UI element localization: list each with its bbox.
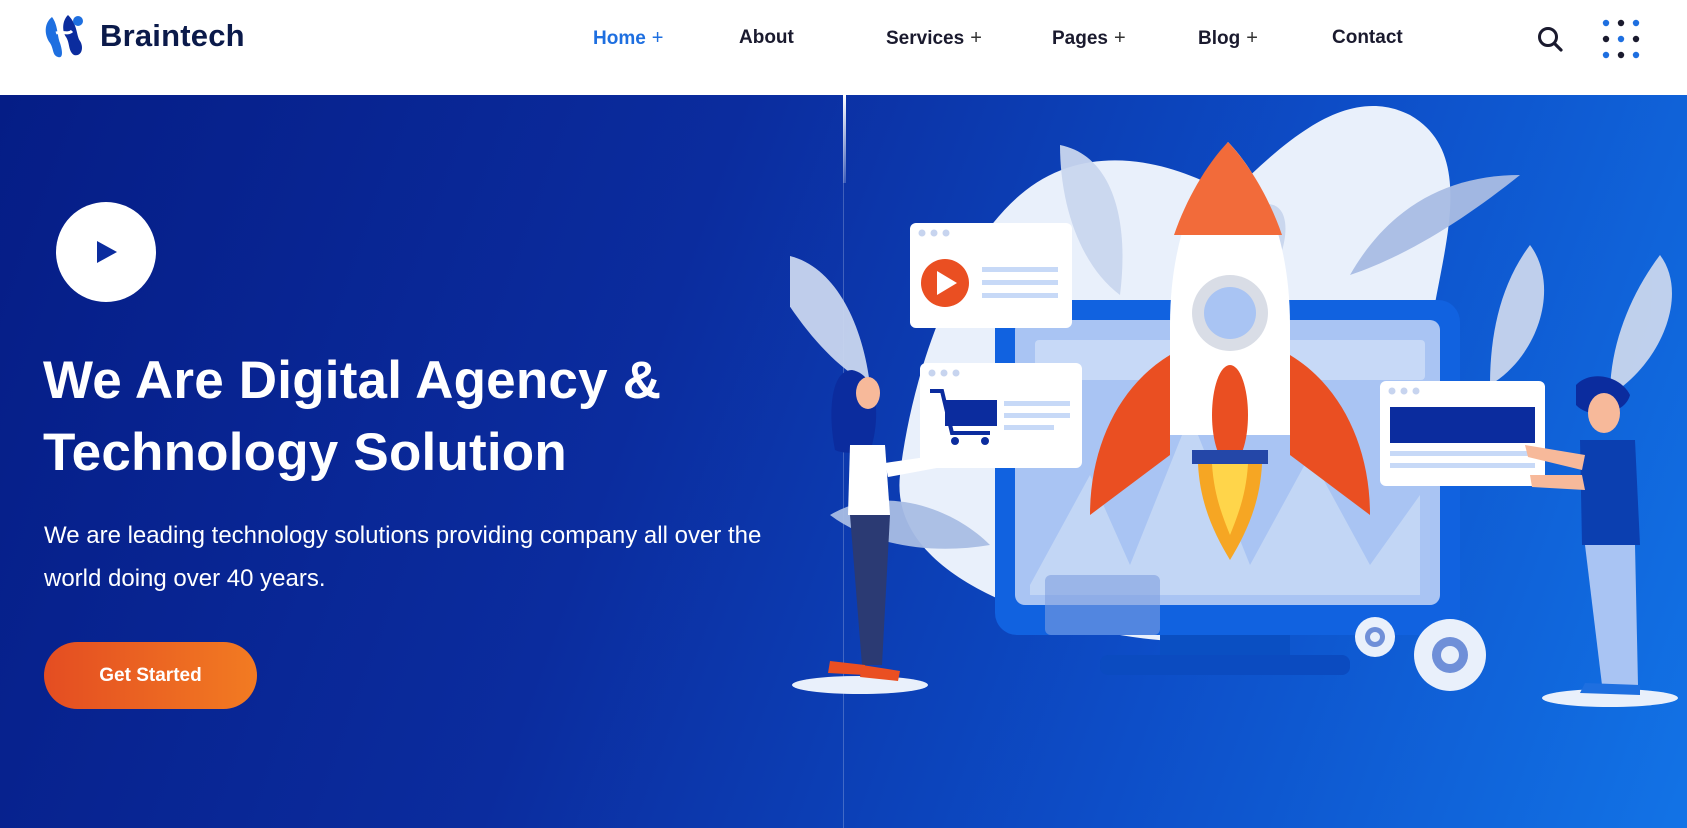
submenu-plus-icon: + (1113, 27, 1126, 49)
nav-item-label: Blog (1198, 27, 1241, 49)
submenu-plus-icon: + (970, 27, 982, 49)
search-icon[interactable] (1536, 25, 1564, 53)
nav-item-label: Contact (1332, 27, 1403, 48)
nav-item-label: Services (886, 27, 965, 49)
hero-title-line1: We Are Digital Agency & (43, 351, 662, 410)
grid-dots-icon[interactable] (1600, 18, 1642, 60)
nav-item-label: About (739, 27, 794, 48)
hero-illustration (790, 106, 1678, 707)
web-card-illustration (1380, 381, 1545, 486)
hero-description: We are leading technology solutions prov… (44, 514, 824, 600)
video-card-illustration (910, 223, 1072, 328)
nav-item-pages[interactable]: Pages + (1052, 27, 1126, 50)
nav-item-label: Home (593, 27, 646, 49)
hero-description-line1: We are leading technology solutions prov… (44, 522, 762, 549)
nav-item-about[interactable]: About (739, 27, 794, 49)
man-illustration (1525, 376, 1678, 707)
site-header: Braintech Home + About Services + Pages … (0, 0, 1687, 95)
submenu-plus-icon: + (651, 27, 664, 49)
hero-description-line2: world doing over 40 years. (44, 565, 326, 592)
nav-item-services[interactable]: Services + (886, 27, 982, 50)
play-video-button[interactable] (56, 202, 156, 302)
play-icon (97, 241, 117, 263)
hero-section: We Are Digital Agency & Technology Solut… (0, 95, 1687, 828)
main-nav: Home + About Services + Pages + Blog + C… (0, 0, 1687, 78)
nav-item-label: Pages (1052, 27, 1108, 49)
cart-card-illustration (920, 363, 1082, 468)
hero-title-line2: Technology Solution (43, 423, 567, 482)
nav-item-blog[interactable]: Blog + (1198, 27, 1258, 50)
nav-item-home[interactable]: Home + (593, 27, 663, 50)
submenu-plus-icon: + (1246, 27, 1258, 49)
hero-title: We Are Digital Agency & Technology Solut… (43, 345, 803, 489)
nav-item-contact[interactable]: Contact (1332, 27, 1403, 49)
get-started-button[interactable]: Get Started (44, 642, 257, 709)
